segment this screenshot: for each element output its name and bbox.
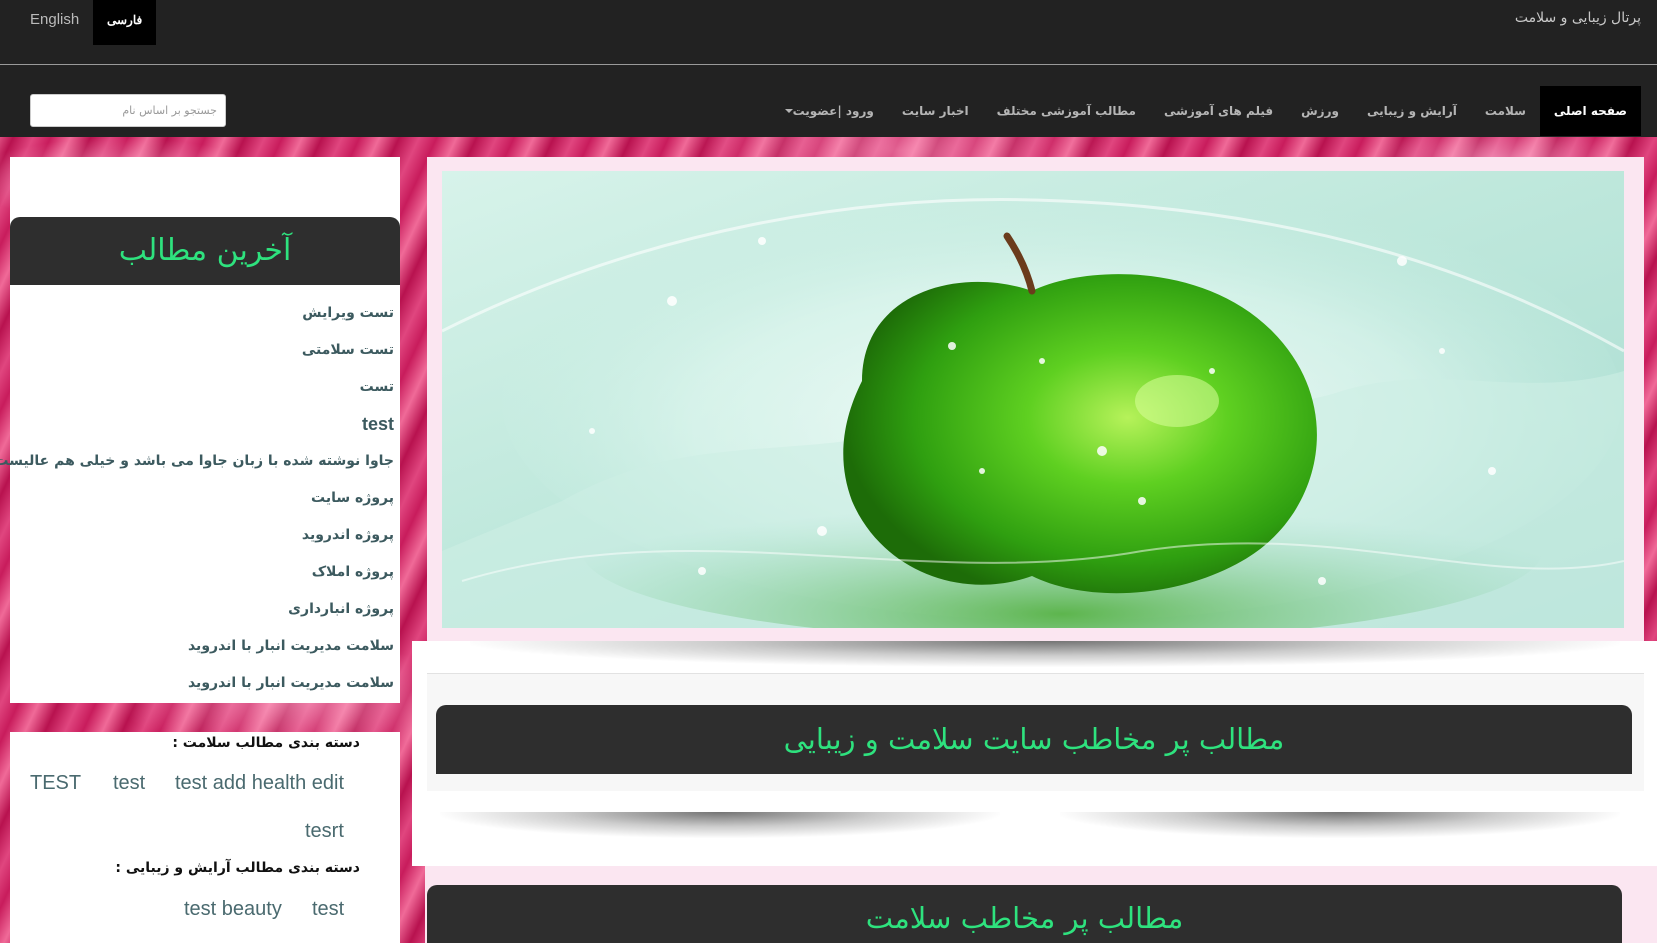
nav-item-videos[interactable]: فیلم های آموزشی: [1150, 86, 1287, 136]
section-shadow-left: [440, 812, 1000, 838]
health-tag-link[interactable]: TEST: [30, 772, 81, 795]
beauty-tag-link[interactable]: test beauty: [184, 898, 282, 921]
navbar-divider: [0, 64, 1657, 65]
slider-shadow: [470, 641, 1620, 667]
latest-posts-list: تست ویرایش تست سلامتی تست test جاوا نوشت…: [0, 299, 394, 706]
nav-item-beauty[interactable]: آرایش و زیبایی: [1353, 86, 1471, 136]
health-tag-link[interactable]: test add health edit: [175, 772, 344, 795]
popular-posts-title: مطالب پر مخاطب سایت سلامت و زیبایی: [436, 705, 1632, 774]
site-title[interactable]: پرتال زیبایی و سلامت: [1515, 10, 1641, 26]
beauty-category-title: دسته بندی مطالب آرایش و زیبایی :: [115, 860, 360, 876]
health-tag-link[interactable]: tesrt: [305, 820, 344, 843]
latest-post-link[interactable]: test: [10, 410, 394, 447]
green-apple-splash-image: [442, 181, 1624, 628]
latest-post-link[interactable]: پروژه املاک: [10, 558, 394, 595]
language-english-link[interactable]: English: [16, 0, 93, 45]
latest-post-link[interactable]: جاوا نوشته شده با زبان جاوا می باشد و خی…: [0, 447, 394, 484]
chevron-down-icon: [784, 109, 793, 113]
categories-panel: دسته بندی مطالب سلامت : TEST test test a…: [10, 732, 400, 943]
nav-item-sport[interactable]: ورزش: [1287, 86, 1353, 136]
beauty-tag-link[interactable]: test: [312, 898, 344, 921]
latest-post-link[interactable]: تست ویرایش: [10, 299, 394, 336]
health-category-title: دسته بندی مطالب سلامت :: [172, 735, 360, 751]
nav-item-login-dropdown[interactable]: ورود |عضویت: [767, 86, 888, 136]
language-farsi-link[interactable]: فارسی: [93, 0, 157, 45]
slider-image[interactable]: [442, 171, 1624, 628]
latest-posts-panel: آخرین مطالب تست ویرایش تست سلامتی تست te…: [0, 157, 400, 706]
health-tag-link[interactable]: test: [113, 772, 145, 795]
nav-item-login-label: ورود |عضویت: [792, 104, 874, 118]
latest-post-link[interactable]: تست سلامتی: [10, 336, 394, 373]
search-input[interactable]: [30, 94, 226, 127]
latest-post-link[interactable]: پروژه سایت: [10, 484, 394, 521]
latest-post-link[interactable]: پروژه انبارداری: [10, 595, 394, 632]
latest-post-link[interactable]: سلامت مدیریت انبار با اندروید: [10, 669, 394, 706]
top-navbar: English فارسی پرتال زیبایی و سلامت صفحه …: [0, 0, 1657, 137]
section-shadow-right: [1060, 812, 1620, 838]
latest-posts-title: آخرین مطالب: [10, 217, 400, 285]
nav-item-news[interactable]: اخبار سایت: [888, 86, 983, 136]
latest-post-link[interactable]: تست: [10, 373, 394, 410]
health-popular-title: مطالب پر مخاطب سلامت: [427, 885, 1622, 943]
main-nav: صفحه اصلی سلامت آرایش و زیبایی ورزش فیلم…: [767, 86, 1641, 136]
latest-post-link[interactable]: سلامت مدیریت انبار با اندروید: [10, 632, 394, 669]
nav-item-health[interactable]: سلامت: [1471, 86, 1540, 136]
latest-post-link[interactable]: پروژه اندروید: [10, 521, 394, 558]
nav-item-home[interactable]: صفحه اصلی: [1539, 86, 1641, 136]
nav-item-articles[interactable]: مطالب آموزشی مختلف: [983, 86, 1150, 136]
